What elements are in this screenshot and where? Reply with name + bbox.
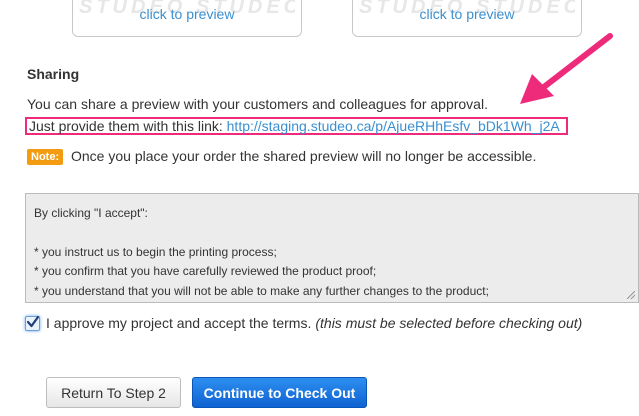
note-line: Note: Once you place your order the shar…	[27, 148, 536, 165]
preview-link-left[interactable]: click to preview	[73, 6, 301, 22]
approve-checkbox[interactable]	[25, 315, 40, 331]
approve-row: I approve my project and accept the term…	[25, 315, 582, 331]
preview-link-right[interactable]: click to preview	[353, 6, 581, 22]
approve-note: (this must be selected before checking o…	[315, 315, 583, 331]
note-badge: Note:	[27, 149, 64, 165]
continue-to-checkout-button[interactable]: Continue to Check Out	[192, 377, 367, 408]
share-link-prefix: Just provide them with this link:	[29, 118, 227, 134]
share-link-highlight: Just provide them with this link: http:/…	[25, 117, 568, 135]
sharing-description: You can share a preview with your custom…	[27, 96, 488, 112]
note-text: Once you place your order the shared pre…	[67, 148, 537, 164]
terms-textarea[interactable]: By clicking "I accept": * you instruct u…	[25, 193, 639, 303]
approve-label[interactable]: I approve my project and accept the term…	[46, 315, 311, 331]
share-link[interactable]: http://staging.studeo.ca/p/AjueRHhEsfv_b…	[227, 118, 560, 134]
checkmark-icon	[26, 315, 40, 327]
sharing-title: Sharing	[27, 66, 80, 82]
resize-grip-icon[interactable]	[627, 291, 635, 299]
return-to-step-2-button[interactable]: Return To Step 2	[46, 377, 181, 408]
arrow-down-left-icon	[520, 33, 613, 104]
preview-card-left[interactable]: STUDEO STUDEO click to preview	[72, 0, 302, 37]
